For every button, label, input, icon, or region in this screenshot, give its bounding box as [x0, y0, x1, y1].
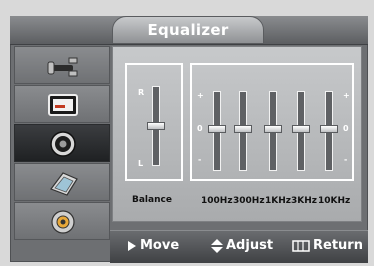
sidebar-item-setup[interactable]: [14, 202, 110, 240]
sidebar-item-channel[interactable]: [14, 163, 110, 201]
gear-icon: [51, 210, 75, 234]
band-label-3khz: 3KHz: [291, 196, 318, 206]
balance-slider-knob[interactable]: [147, 122, 165, 130]
band-label-300hz: 300Hz: [233, 196, 265, 206]
return-label: Return: [313, 238, 363, 253]
band-label-10khz: 10KHz: [318, 196, 351, 206]
band-label-100hz: 100Hz: [201, 196, 233, 206]
eq-slider-knob-300hz[interactable]: [234, 125, 252, 133]
adjust-label: Adjust: [226, 238, 274, 253]
move-label: Move: [140, 238, 180, 253]
picture-icon: [48, 94, 78, 116]
speaker-icon: [50, 131, 76, 157]
triangle-right-icon: [128, 240, 136, 251]
band-label-1khz: 1KHz: [265, 196, 292, 206]
return-hint: Return: [292, 236, 363, 256]
sidebar-item-sound[interactable]: [14, 124, 110, 162]
adjust-hint: Adjust: [211, 236, 273, 256]
eq-minus-right: -: [344, 155, 348, 164]
page-title: Equalizer: [147, 21, 229, 39]
move-hint: Move: [127, 236, 179, 256]
menu-icon: [292, 239, 310, 252]
balance-right-label: R: [138, 88, 145, 97]
channel-icon: [50, 172, 78, 196]
sidebar: [14, 46, 110, 242]
screen: Equalizer R L Balance + 0 - + 0 - 100Hz …: [0, 0, 374, 266]
balance-left-label: L: [138, 159, 144, 168]
eq-slider-knob-1khz[interactable]: [264, 125, 282, 133]
eq-zero-right: 0: [343, 124, 349, 133]
eq-plus-left: +: [197, 91, 204, 100]
eq-slider-knob-3khz[interactable]: [292, 125, 310, 133]
eq-zero-left: 0: [197, 124, 203, 133]
up-down-icon: [211, 238, 223, 253]
eq-minus-left: -: [198, 155, 202, 164]
eq-plus-right: +: [343, 91, 350, 100]
sidebar-item-input[interactable]: [14, 46, 110, 84]
eq-slider-knob-10khz[interactable]: [320, 125, 338, 133]
eq-slider-knob-100hz[interactable]: [208, 125, 226, 133]
plug-icon: [47, 57, 78, 77]
sidebar-item-picture[interactable]: [14, 85, 110, 123]
balance-label: Balance: [132, 195, 172, 205]
